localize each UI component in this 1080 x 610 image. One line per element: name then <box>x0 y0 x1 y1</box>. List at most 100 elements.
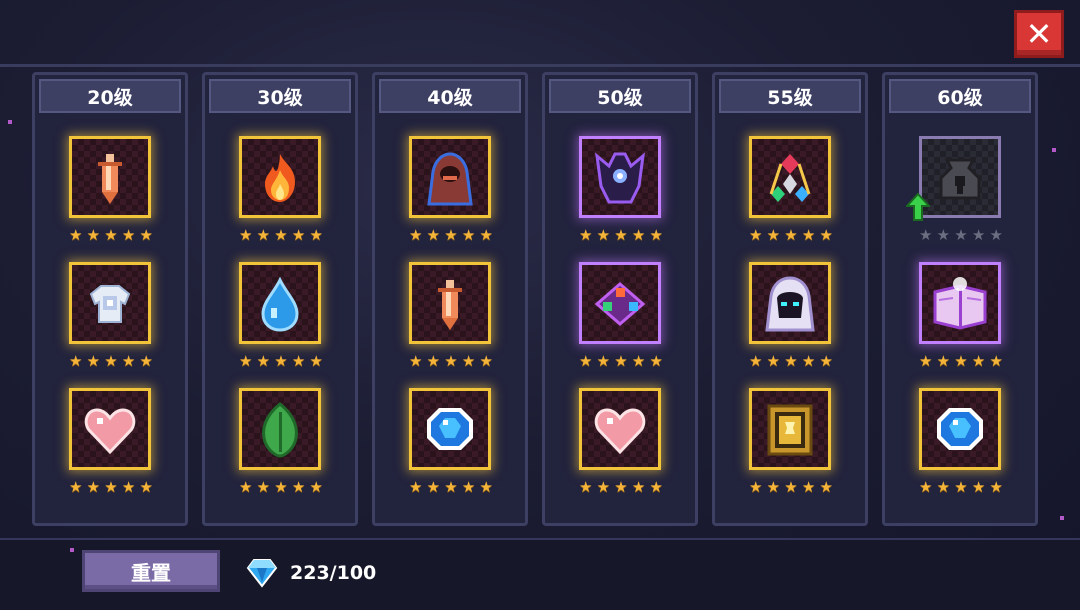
talent-slot[interactable] <box>919 262 1001 344</box>
star-rating: ★ ★ ★ ★ ★ <box>579 226 663 244</box>
close-button[interactable]: ✕ <box>1014 10 1064 58</box>
star-rating: ★ ★ ★ ★ ★ <box>919 352 1003 370</box>
star-icon: ★ <box>274 226 288 244</box>
star-icon: ★ <box>69 226 83 244</box>
star-icon: ★ <box>614 226 628 244</box>
talent-slot[interactable] <box>239 136 321 218</box>
star-icon: ★ <box>256 226 271 244</box>
star-icon: ★ <box>614 478 628 496</box>
talent-slot[interactable] <box>69 388 151 470</box>
star-icon: ★ <box>954 226 968 244</box>
star-icon: ★ <box>801 478 816 496</box>
star-rating: ★ ★ ★ ★ ★ <box>409 352 493 370</box>
star-icon: ★ <box>631 352 646 370</box>
talent-slot[interactable] <box>919 136 1001 218</box>
talent-slot[interactable] <box>69 262 151 344</box>
star-icon: ★ <box>579 352 593 370</box>
star-icon: ★ <box>579 478 593 496</box>
star-icon: ★ <box>86 478 101 496</box>
star-icon: ★ <box>274 352 288 370</box>
blue-gem-icon <box>937 408 983 450</box>
reset-button[interactable]: 重置 <box>82 550 220 592</box>
star-rating: ★ ★ ★ ★ ★ <box>409 478 493 496</box>
star-icon: ★ <box>989 226 1003 244</box>
talent-slot[interactable] <box>409 388 491 470</box>
star-icon: ★ <box>309 352 323 370</box>
star-rating: ★ ★ ★ ★ ★ <box>579 352 663 370</box>
star-icon: ★ <box>121 478 136 496</box>
star-icon: ★ <box>409 478 423 496</box>
star-icon: ★ <box>86 352 101 370</box>
star-icon: ★ <box>596 478 611 496</box>
gem-count: 223/100 <box>290 562 377 584</box>
level-header: 60级 <box>889 79 1031 113</box>
star-icon: ★ <box>649 352 663 370</box>
talent-slot[interactable] <box>579 262 661 344</box>
star-icon: ★ <box>784 478 798 496</box>
talent-slot[interactable] <box>749 136 831 218</box>
star-icon: ★ <box>104 352 118 370</box>
star-icon: ★ <box>936 226 951 244</box>
water-drop-icon <box>261 276 299 332</box>
star-icon: ★ <box>121 352 136 370</box>
star-icon: ★ <box>784 226 798 244</box>
sword-icon <box>438 280 462 330</box>
star-icon: ★ <box>766 478 781 496</box>
star-icon: ★ <box>596 352 611 370</box>
star-icon: ★ <box>801 226 816 244</box>
talent-slot[interactable] <box>749 388 831 470</box>
talent-slot[interactable] <box>919 388 1001 470</box>
magic-book-icon <box>933 277 987 330</box>
talent-slot[interactable] <box>409 262 491 344</box>
star-icon: ★ <box>69 478 83 496</box>
star-icon: ★ <box>291 478 306 496</box>
star-icon: ★ <box>766 226 781 244</box>
star-icon: ★ <box>971 352 986 370</box>
star-rating: ★ ★ ★ ★ ★ <box>579 478 663 496</box>
talent-slot[interactable] <box>749 262 831 344</box>
star-icon: ★ <box>596 226 611 244</box>
star-icon: ★ <box>139 478 153 496</box>
star-icon: ★ <box>239 478 253 496</box>
star-icon: ★ <box>461 226 476 244</box>
talent-slot[interactable] <box>239 262 321 344</box>
star-icon: ★ <box>819 352 833 370</box>
star-icon: ★ <box>309 478 323 496</box>
star-icon: ★ <box>479 478 493 496</box>
star-icon: ★ <box>426 226 441 244</box>
star-icon: ★ <box>989 352 1003 370</box>
star-icon: ★ <box>954 478 968 496</box>
gem-pyramid-icon <box>769 154 811 202</box>
star-icon: ★ <box>631 478 646 496</box>
talent-slot[interactable] <box>239 388 321 470</box>
star-icon: ★ <box>479 226 493 244</box>
background-sparkle <box>70 548 74 552</box>
sword-icon <box>98 154 122 204</box>
star-rating: ★ ★ ★ ★ ★ <box>69 226 153 244</box>
star-icon: ★ <box>104 478 118 496</box>
star-icon: ★ <box>461 352 476 370</box>
star-icon: ★ <box>749 226 763 244</box>
star-icon: ★ <box>239 352 253 370</box>
star-icon: ★ <box>104 226 118 244</box>
star-icon: ★ <box>989 478 1003 496</box>
talent-slot[interactable] <box>579 136 661 218</box>
golden-book-icon <box>767 404 813 456</box>
star-icon: ★ <box>954 352 968 370</box>
star-icon: ★ <box>426 352 441 370</box>
talent-slot[interactable] <box>409 136 491 218</box>
star-rating: ★ ★ ★ ★ ★ <box>919 478 1003 496</box>
star-icon: ★ <box>749 478 763 496</box>
level-header: 50级 <box>549 79 691 113</box>
star-icon: ★ <box>444 226 458 244</box>
background-sparkle <box>1052 148 1056 152</box>
talent-slot[interactable] <box>579 388 661 470</box>
upgrade-arrow-icon <box>906 192 930 221</box>
talent-slot[interactable] <box>69 136 151 218</box>
star-icon: ★ <box>426 478 441 496</box>
background-sparkle <box>8 120 12 124</box>
hooded-figure-icon <box>427 152 473 206</box>
blue-gem-icon <box>427 408 473 450</box>
star-rating: ★ ★ ★ ★ ★ <box>749 352 833 370</box>
fire-icon <box>265 154 295 202</box>
